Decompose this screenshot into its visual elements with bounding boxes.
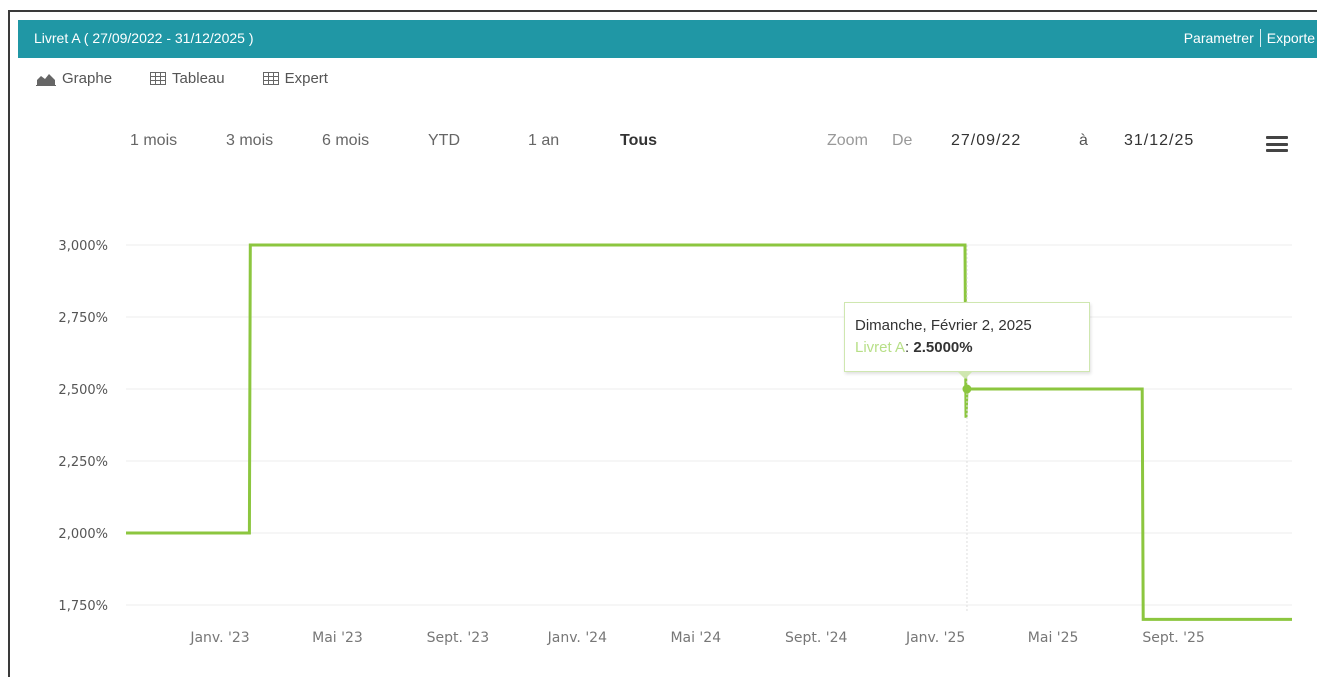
series-line bbox=[126, 243, 1292, 621]
x-tick-label: Janv. '24 bbox=[547, 630, 607, 646]
y-tick-label: 2,250% bbox=[58, 455, 108, 470]
chart-tooltip: Dimanche, Février 2, 2025 Livret A: 2.50… bbox=[844, 302, 1090, 379]
grid-layer bbox=[126, 244, 1292, 606]
x-tick-label: Sept. '24 bbox=[785, 630, 848, 646]
tooltip-value: 2.5000% bbox=[913, 339, 973, 356]
y-axis: 3,000% 2,750% 2,500% 2,250% 2,000% 1,750% bbox=[58, 239, 108, 614]
tooltip-pointer bbox=[957, 371, 973, 379]
x-tick-label: Janv. '23 bbox=[189, 630, 249, 646]
line-chart: 3,000% 2,750% 2,500% 2,250% 2,000% 1,750% Jan… bbox=[58, 239, 1292, 646]
y-tick-label: 2,000% bbox=[58, 527, 108, 542]
x-axis: Janv. '23 Mai '23 Sept. '23 Janv. '24 Mai '2… bbox=[189, 630, 1204, 646]
x-tick-label: Mai '25 bbox=[1028, 630, 1079, 646]
hover-marker bbox=[962, 384, 972, 394]
tooltip-series-row: Livret A: 2.5000% bbox=[855, 337, 1089, 359]
y-tick-label: 2,500% bbox=[58, 383, 108, 398]
y-tick-label: 2,750% bbox=[58, 311, 108, 326]
series-layer bbox=[126, 243, 1292, 621]
x-tick-label: Sept. '23 bbox=[427, 630, 489, 646]
x-tick-label: Janv. '25 bbox=[905, 630, 965, 646]
x-tick-label: Mai '23 bbox=[312, 630, 363, 646]
x-tick-label: Mai '24 bbox=[670, 630, 721, 646]
tooltip-date: Dimanche, Février 2, 2025 bbox=[855, 317, 1032, 334]
tooltip-series-name: Livret A bbox=[855, 339, 906, 356]
y-tick-label: 3,000% bbox=[58, 239, 108, 254]
x-tick-label: Sept. '25 bbox=[1142, 630, 1204, 646]
y-tick-label: 1,750% bbox=[58, 599, 108, 614]
